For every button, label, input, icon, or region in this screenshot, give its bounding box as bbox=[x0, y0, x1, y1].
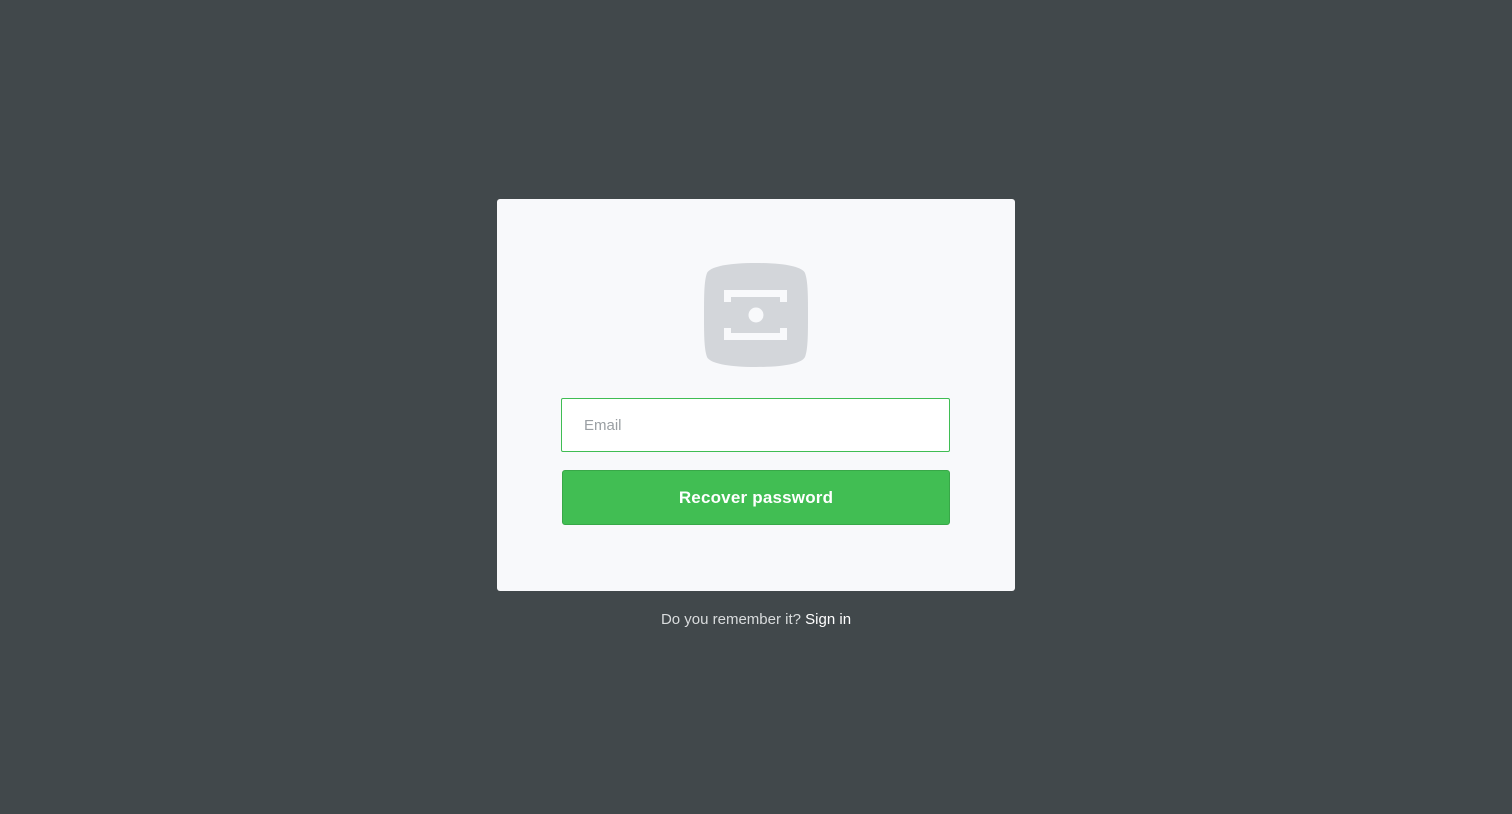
email-input[interactable] bbox=[561, 398, 950, 452]
sign-in-link[interactable]: Sign in bbox=[805, 611, 851, 628]
app-logo-icon bbox=[704, 263, 808, 367]
recover-password-button[interactable]: Recover password bbox=[562, 470, 950, 525]
remember-prompt-text: Do you remember it? bbox=[660, 611, 801, 628]
page: Recover password Do you remember it? Sig… bbox=[0, 0, 1512, 814]
recover-password-card: Recover password bbox=[497, 199, 1015, 591]
sign-in-prompt: Do you remember it? Sign in bbox=[0, 611, 1512, 628]
